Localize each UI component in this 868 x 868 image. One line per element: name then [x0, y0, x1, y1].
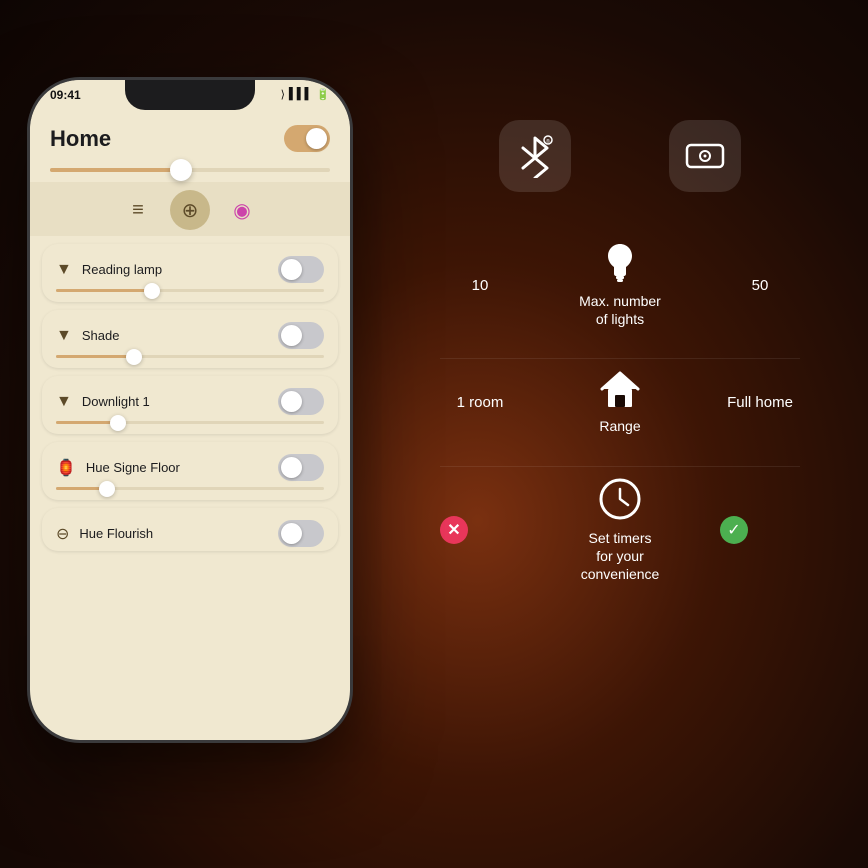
light-item-header-signe: 🏮 Hue Signe Floor	[42, 442, 338, 485]
top-icons-row: ®	[410, 100, 830, 232]
reading-lamp-toggle[interactable]	[278, 256, 324, 283]
shade-thumb[interactable]	[126, 349, 142, 365]
signe-slider[interactable]	[42, 485, 338, 500]
lights-max-value: 50	[720, 277, 800, 294]
check-badge: ✓	[720, 516, 748, 544]
reading-lamp-icon: ▼	[56, 261, 72, 279]
shade-fill	[56, 355, 131, 358]
flourish-toggle[interactable]	[278, 520, 324, 547]
downlight-fill	[56, 421, 115, 424]
reading-lamp-fill	[56, 289, 150, 292]
light-item-header-flourish: ⊖ Hue Flourish	[42, 508, 338, 551]
lights-feature-label: Max. numberof lights	[579, 292, 661, 328]
light-item-left-downlight: ▼ Downlight 1	[56, 393, 150, 411]
phone-notch	[125, 80, 255, 110]
downlight-icon: ▼	[56, 393, 72, 411]
master-brightness-slider[interactable]	[30, 164, 350, 182]
timers-feature-center: Set timersfor yourconvenience	[550, 477, 690, 584]
lights-feature-row: 10 Max. numberof lights 50	[410, 232, 830, 358]
bluetooth-icon-container: ®	[499, 120, 571, 192]
downlight-toggle[interactable]	[278, 388, 324, 415]
bridge-icon	[683, 137, 727, 175]
signe-thumb[interactable]	[99, 481, 115, 497]
screen-home-title: Home	[50, 126, 111, 152]
bulb-icon	[606, 242, 634, 284]
range-min-value: 1 room	[440, 394, 520, 411]
reading-lamp-slider[interactable]	[42, 287, 338, 302]
cross-badge: ✕	[440, 516, 468, 544]
range-feature-label: Range	[599, 417, 640, 435]
master-slider-track	[50, 168, 330, 172]
tab-color[interactable]: ◉	[222, 190, 262, 230]
shade-slider[interactable]	[42, 353, 338, 368]
timers-feature-label: Set timersfor yourconvenience	[581, 529, 660, 584]
downlight-thumb[interactable]	[110, 415, 126, 431]
master-slider-fill	[50, 168, 176, 172]
status-time: 09:41	[50, 86, 81, 102]
reading-lamp-thumb[interactable]	[144, 283, 160, 299]
light-list: ▼ Reading lamp	[30, 236, 350, 559]
range-feature-center: Range	[550, 369, 690, 435]
flourish-name: Hue Flourish	[79, 526, 153, 541]
status-icons: ⟩ ▌▌▌ 🔋	[281, 88, 330, 101]
signe-toggle[interactable]	[278, 454, 324, 481]
home-toggle[interactable]	[284, 125, 330, 152]
phone-screen: 09:41 ⟩ ▌▌▌ 🔋 Home ≡	[30, 80, 350, 740]
features-panel: ® 10 Max. numberof lights 50 1	[410, 100, 830, 760]
light-item-left-signe: 🏮 Hue Signe Floor	[56, 458, 180, 478]
light-item-downlight1: ▼ Downlight 1	[42, 376, 338, 434]
reading-lamp-name: Reading lamp	[82, 262, 162, 277]
home-icon	[598, 369, 642, 409]
tab-bar: ≡ ⊕ ◉	[30, 182, 350, 236]
svg-text:®: ®	[546, 138, 550, 145]
light-item-header: ▼ Reading lamp	[42, 244, 338, 287]
timers-feature-row: ✕ Set timersfor yourconvenience ✓	[410, 467, 830, 614]
shade-name: Shade	[82, 328, 120, 343]
light-item-shade: ▼ Shade	[42, 310, 338, 368]
downlight-slider[interactable]	[42, 419, 338, 434]
battery-icon: 🔋	[316, 88, 330, 101]
clock-icon	[598, 477, 642, 521]
timers-check: ✓	[720, 516, 800, 544]
light-item-reading-lamp: ▼ Reading lamp	[42, 244, 338, 302]
light-item-signe-floor: 🏮 Hue Signe Floor	[42, 442, 338, 500]
light-item-flourish: ⊖ Hue Flourish	[42, 508, 338, 551]
tab-list[interactable]: ≡	[118, 190, 158, 230]
signe-fill	[56, 487, 104, 490]
master-slider-thumb[interactable]	[170, 159, 192, 181]
location-icon: ⟩	[281, 88, 285, 101]
light-item-left-shade: ▼ Shade	[56, 327, 119, 345]
signe-name: Hue Signe Floor	[86, 460, 180, 475]
flourish-icon: ⊖	[56, 524, 69, 544]
signal-icon: ▌▌▌	[289, 88, 312, 100]
light-item-header-downlight: ▼ Downlight 1	[42, 376, 338, 419]
light-item-header-shade: ▼ Shade	[42, 310, 338, 353]
reading-lamp-track	[56, 289, 324, 292]
bluetooth-icon: ®	[517, 134, 553, 178]
downlight-name: Downlight 1	[82, 394, 150, 409]
tab-grid[interactable]: ⊕	[170, 190, 210, 230]
shade-icon: ▼	[56, 327, 72, 345]
shade-toggle[interactable]	[278, 322, 324, 349]
signe-icon: 🏮	[56, 458, 76, 478]
phone-body: 09:41 ⟩ ▌▌▌ 🔋 Home ≡	[30, 80, 350, 740]
light-item-left-flourish: ⊖ Hue Flourish	[56, 524, 153, 544]
range-max-value: Full home	[720, 394, 800, 411]
lights-feature-center: Max. numberof lights	[550, 242, 690, 328]
range-feature-row: 1 room Range Full home	[410, 359, 830, 465]
signe-track	[56, 487, 324, 490]
light-item-left: ▼ Reading lamp	[56, 261, 162, 279]
downlight-track	[56, 421, 324, 424]
shade-track	[56, 355, 324, 358]
phone-mockup: 09:41 ⟩ ▌▌▌ 🔋 Home ≡	[30, 80, 380, 830]
bridge-icon-container	[669, 120, 741, 192]
timers-cross: ✕	[440, 516, 520, 544]
lights-min-value: 10	[440, 277, 520, 294]
